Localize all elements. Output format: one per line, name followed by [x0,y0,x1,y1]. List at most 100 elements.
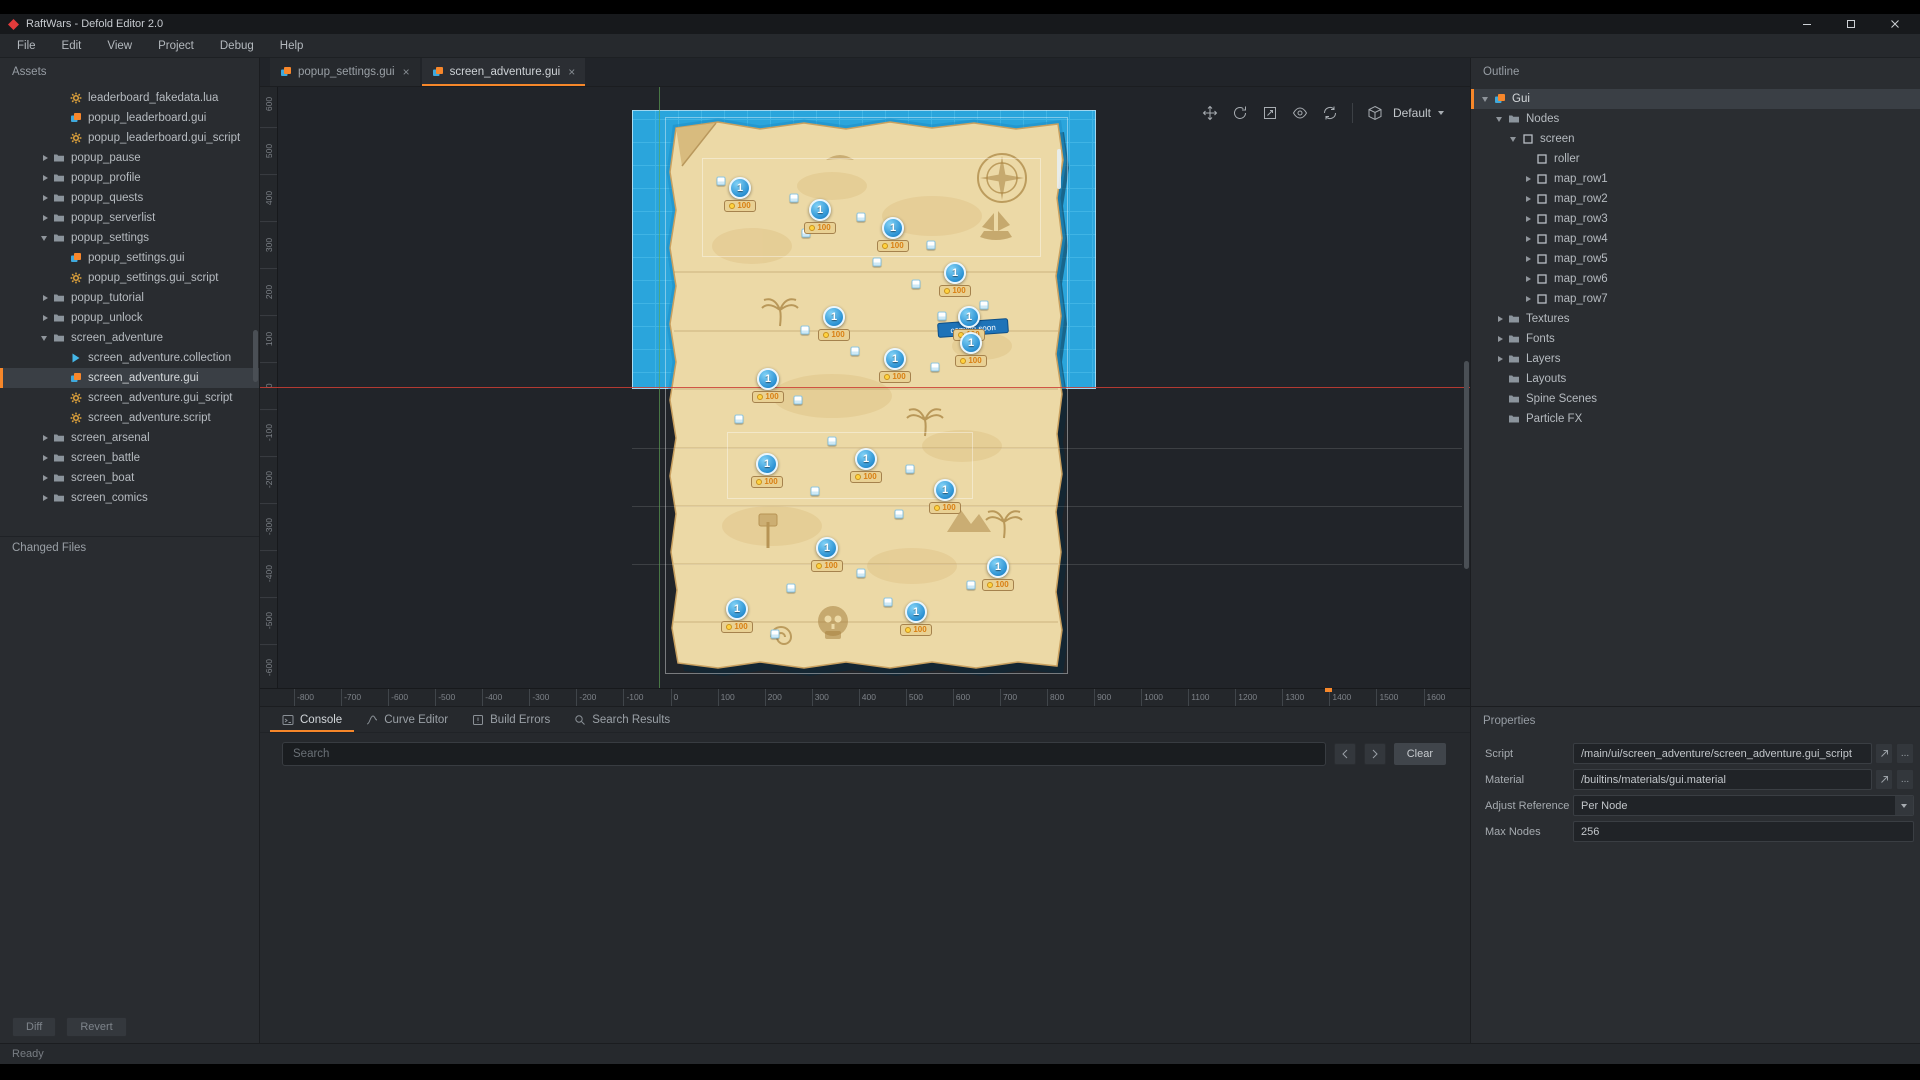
material-field[interactable] [1573,769,1872,790]
expand-caret-icon[interactable] [40,213,50,223]
outline-item-map-row7[interactable]: map_row7 [1471,289,1920,309]
asset-item[interactable]: screen_adventure.gui_script [0,388,259,408]
outline-item-layers[interactable]: Layers [1471,349,1920,369]
expand-caret-icon[interactable] [40,433,50,443]
level-button-node[interactable]: 1 100 [933,262,977,297]
perspective-toggle-button[interactable] [1363,101,1387,125]
expand-caret-icon[interactable] [40,173,50,183]
asset-folder[interactable]: popup_serverlist [0,208,259,228]
collapse-caret-icon[interactable] [1481,94,1491,104]
visibility-filter-button[interactable] [1288,101,1312,125]
outline-item-map-row1[interactable]: map_row1 [1471,169,1920,189]
asset-item[interactable]: leaderboard_fakedata.lua [0,88,259,108]
prev-result-button[interactable] [1334,743,1356,765]
level-button-node[interactable]: 1 100 [805,537,849,572]
asset-folder[interactable]: popup_tutorial [0,288,259,308]
outline-item-screen[interactable]: screen [1471,129,1920,149]
collapse-caret-icon[interactable] [40,333,50,343]
menu-view[interactable]: View [94,34,145,57]
maximize-button[interactable] [1840,16,1862,32]
next-result-button[interactable] [1364,743,1386,765]
level-button-node[interactable]: 1 100 [871,217,915,252]
expand-caret-icon[interactable] [40,313,50,323]
asset-folder[interactable]: screen_adventure [0,328,259,348]
level-button-node[interactable]: 1 100 [949,332,993,367]
scene-viewport[interactable]: coming soon 1 100 1 100 [260,87,1470,706]
close-button[interactable] [1884,16,1906,32]
rotate-tool-button[interactable] [1228,101,1252,125]
level-button-node[interactable]: 1 100 [923,479,967,514]
adjust-reference-dropdown[interactable]: Per Node [1573,795,1914,816]
outline-item-layouts[interactable]: Layouts [1471,369,1920,389]
asset-item-selected[interactable]: screen_adventure.gui [0,368,259,388]
search-input[interactable] [282,742,1326,766]
expand-caret-icon[interactable] [40,193,50,203]
max-nodes-field[interactable] [1573,821,1914,842]
expand-caret-icon[interactable] [1523,294,1533,304]
camera-dropdown[interactable]: Default [1393,106,1444,120]
viewport-scrollbar[interactable] [1464,361,1469,569]
expand-caret-icon[interactable] [1523,174,1533,184]
asset-item[interactable]: screen_adventure.collection [0,348,259,368]
expand-caret-icon[interactable] [40,293,50,303]
level-button-node[interactable]: 1 100 [745,453,789,488]
asset-folder[interactable]: popup_settings [0,228,259,248]
tab-build-errors[interactable]: Build Errors [460,707,562,732]
diff-button[interactable]: Diff [12,1017,56,1037]
outline-item-gui[interactable]: Gui [1471,89,1920,109]
level-button-node[interactable]: 1 100 [798,199,842,234]
tab-curve-editor[interactable]: Curve Editor [354,707,460,732]
asset-folder[interactable]: popup_quests [0,188,259,208]
level-button-node[interactable]: 1 100 [873,348,917,383]
asset-folder[interactable]: screen_boat [0,468,259,488]
open-resource-button[interactable] [1875,769,1893,790]
outline-item-map-row6[interactable]: map_row6 [1471,269,1920,289]
level-button-node[interactable]: 1 100 [894,601,938,636]
expand-caret-icon[interactable] [40,153,50,163]
asset-item[interactable]: screen_adventure.script [0,408,259,428]
close-tab-icon[interactable]: × [403,65,410,79]
outline-item-map-row3[interactable]: map_row3 [1471,209,1920,229]
menu-file[interactable]: File [4,34,49,57]
menu-help[interactable]: Help [267,34,317,57]
expand-caret-icon[interactable] [1523,234,1533,244]
tab-search-results[interactable]: Search Results [562,707,682,732]
menu-edit[interactable]: Edit [49,34,95,57]
asset-folder[interactable]: popup_pause [0,148,259,168]
tab-screen-adventure-gui[interactable]: screen_adventure.gui × [422,58,586,86]
level-button-node[interactable]: 1 100 [718,177,762,212]
expand-caret-icon[interactable] [40,473,50,483]
expand-caret-icon[interactable] [40,493,50,503]
outline-item-map-row2[interactable]: map_row2 [1471,189,1920,209]
expand-caret-icon[interactable] [1495,334,1505,344]
asset-folder[interactable]: screen_comics [0,488,259,508]
collapse-caret-icon[interactable] [1495,114,1505,124]
outline-item-textures[interactable]: Textures [1471,309,1920,329]
close-tab-icon[interactable]: × [568,65,575,79]
outline-item-map-row5[interactable]: map_row5 [1471,249,1920,269]
move-tool-button[interactable] [1198,101,1222,125]
asset-item[interactable]: popup_settings.gui_script [0,268,259,288]
outline-item-roller[interactable]: roller [1471,149,1920,169]
expand-caret-icon[interactable] [1523,254,1533,264]
outline-item-fonts[interactable]: Fonts [1471,329,1920,349]
tab-console[interactable]: Console [270,707,354,732]
level-button-node[interactable]: 1 100 [746,368,790,403]
level-button-node[interactable]: 1 100 [976,556,1020,591]
expand-caret-icon[interactable] [1495,314,1505,324]
script-field[interactable] [1573,743,1872,764]
outline-item-particle-fx[interactable]: Particle FX [1471,409,1920,429]
minimize-button[interactable] [1796,16,1818,32]
outline-item-spine-scenes[interactable]: Spine Scenes [1471,389,1920,409]
level-button-node[interactable]: 1 100 [715,598,759,633]
asset-folder[interactable]: popup_profile [0,168,259,188]
outline-item-nodes[interactable]: Nodes [1471,109,1920,129]
asset-folder[interactable]: screen_arsenal [0,428,259,448]
asset-item[interactable]: popup_settings.gui [0,248,259,268]
revert-button[interactable]: Revert [66,1017,126,1037]
tab-popup-settings-gui[interactable]: popup_settings.gui × [270,58,420,86]
asset-folder[interactable]: screen_battle [0,448,259,468]
expand-caret-icon[interactable] [1523,194,1533,204]
collapse-caret-icon[interactable] [1509,134,1519,144]
browse-resource-button[interactable]: ... [1896,769,1914,790]
